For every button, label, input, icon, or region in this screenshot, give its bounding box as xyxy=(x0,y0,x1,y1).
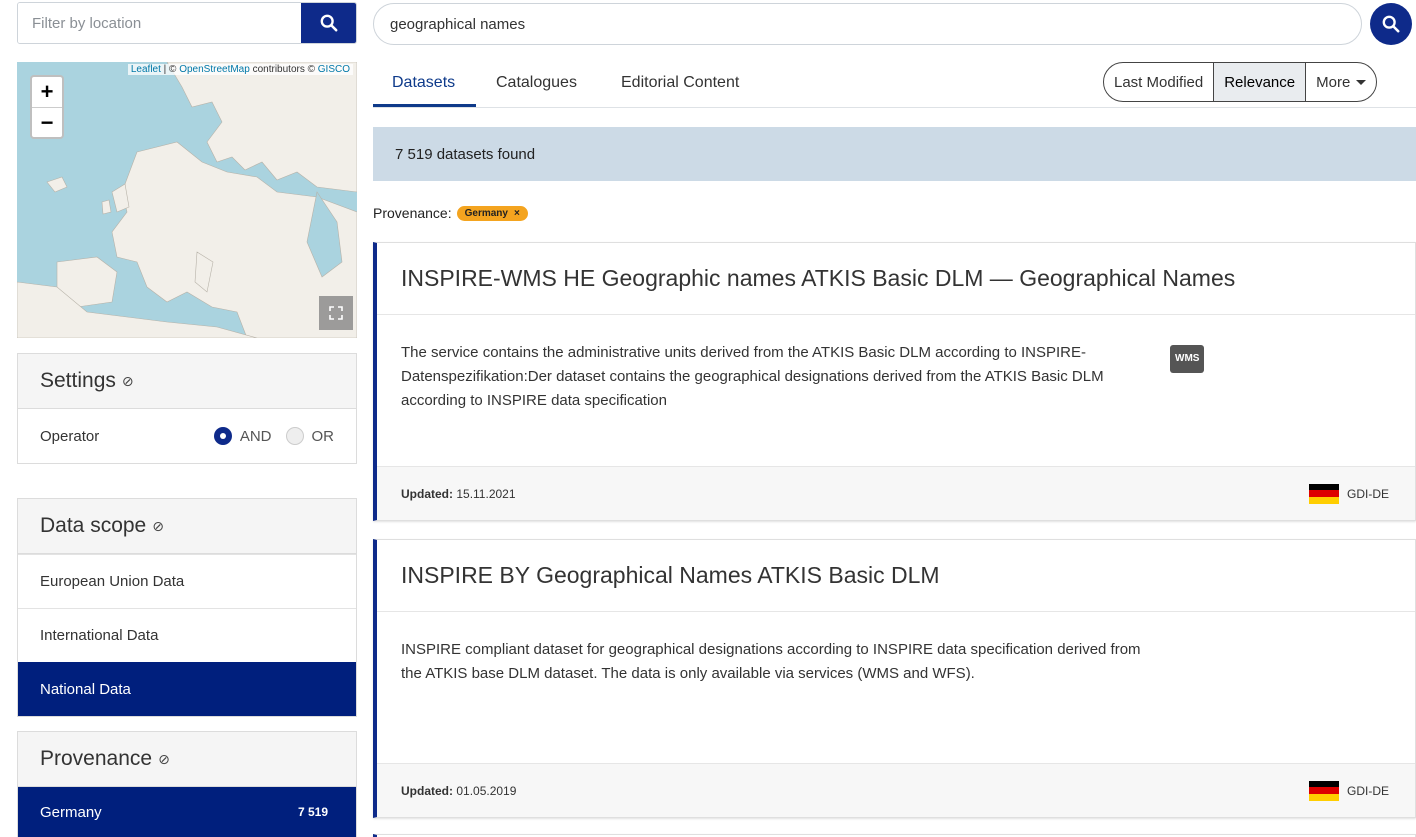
search-bar xyxy=(373,3,1362,45)
gisco-link[interactable]: GISCO xyxy=(318,64,350,75)
publisher: GDI-DE xyxy=(1309,483,1389,504)
sort-more-label: More xyxy=(1316,73,1351,91)
sort-control: Last Modified Relevance More xyxy=(1103,62,1378,102)
tab-datasets[interactable]: Datasets xyxy=(392,74,455,92)
help-icon[interactable]: ⊘ xyxy=(152,518,164,535)
dataset-title[interactable]: INSPIRE-WMS HE Geographic names ATKIS Ba… xyxy=(377,243,1415,315)
operator-row: Operator AND OR xyxy=(18,409,356,463)
close-icon[interactable]: × xyxy=(514,208,520,219)
provenance-title: Provenance xyxy=(40,747,153,770)
operator-or-radio[interactable]: OR xyxy=(285,427,335,445)
fullscreen-icon xyxy=(329,306,343,320)
attribution-separator: | © xyxy=(160,64,180,75)
dataset-body: The service contains the administrative … xyxy=(377,315,1415,413)
provenance-header: Provenance ⊘ xyxy=(18,732,356,787)
search-button[interactable] xyxy=(1370,3,1412,45)
updated-date: 01.05.2019 xyxy=(456,783,517,798)
dataset-card: INSPIRE-WMS HE Geographic names ATKIS Ba… xyxy=(373,242,1416,521)
publisher-name: GDI-DE xyxy=(1347,486,1389,501)
operator-and-radio[interactable]: AND xyxy=(213,427,272,445)
operator-label: Operator xyxy=(40,427,100,445)
sort-last-modified[interactable]: Last Modified xyxy=(1104,63,1213,101)
tab-catalogues[interactable]: Catalogues xyxy=(496,74,577,92)
provenance-item-germany[interactable]: Germany 7 519 xyxy=(18,787,356,837)
location-filter xyxy=(17,2,357,44)
tab-editorial-content[interactable]: Editorial Content xyxy=(621,74,739,92)
germany-flag-icon xyxy=(1309,483,1339,504)
search-input[interactable] xyxy=(390,15,1361,33)
chevron-down-icon xyxy=(1356,79,1367,85)
location-search-button[interactable] xyxy=(301,3,356,43)
active-filter-label: Provenance: xyxy=(373,205,452,221)
filter-badge-germany[interactable]: Germany × xyxy=(456,205,528,221)
scope-item-international[interactable]: International Data xyxy=(18,608,356,662)
results-summary: 7 519 datasets found xyxy=(373,127,1416,181)
zoom-in-button[interactable]: + xyxy=(32,77,62,107)
sort-relevance[interactable]: Relevance xyxy=(1213,63,1306,101)
data-scope-title: Data scope xyxy=(40,514,147,537)
fullscreen-button[interactable] xyxy=(319,296,353,330)
map-land xyxy=(17,62,357,338)
dataset-footer: Updated: 01.05.2019 GDI-DE xyxy=(377,763,1415,817)
radio-unchecked-icon xyxy=(285,427,304,445)
radio-checked-icon xyxy=(213,427,232,445)
attribution-contributors: contributors © xyxy=(249,64,318,75)
active-filter: Provenance: Germany × xyxy=(373,205,528,221)
data-scope-panel: Data scope ⊘ European Union Data Interna… xyxy=(17,498,357,717)
location-filter-input[interactable] xyxy=(18,3,301,43)
settings-title: Settings xyxy=(40,369,116,392)
help-icon[interactable]: ⊘ xyxy=(158,751,170,768)
operator-or-label: OR xyxy=(311,427,335,445)
provenance-panel: Provenance ⊘ Germany 7 519 xyxy=(17,731,357,837)
dataset-footer: Updated: 15.11.2021 GDI-DE xyxy=(377,466,1415,520)
filter-badge-label: Germany xyxy=(464,207,508,219)
dataset-updated: Updated: 15.11.2021 xyxy=(401,487,516,501)
help-icon[interactable]: ⊘ xyxy=(122,373,134,390)
search-icon xyxy=(1382,15,1400,33)
dataset-description: INSPIRE compliant dataset for geographic… xyxy=(401,641,1141,682)
scope-item-national[interactable]: National Data xyxy=(18,662,356,716)
settings-panel: Settings ⊘ Operator AND OR xyxy=(17,353,357,464)
active-tab-indicator xyxy=(373,104,476,107)
publisher-name: GDI-DE xyxy=(1347,783,1389,798)
operator-and-label: AND xyxy=(239,427,272,445)
map-attribution: Leaflet | © OpenStreetMap contributors ©… xyxy=(127,64,353,75)
dataset-card: INSPIRE BY Geographical Names ATKIS Basi… xyxy=(373,539,1416,818)
search-icon xyxy=(320,14,337,32)
data-scope-header: Data scope ⊘ xyxy=(18,499,356,554)
updated-label: Updated: xyxy=(401,486,453,501)
dataset-updated: Updated: 01.05.2019 xyxy=(401,784,516,798)
updated-date: 15.11.2021 xyxy=(456,486,516,501)
location-map[interactable]: Leaflet | © OpenStreetMap contributors ©… xyxy=(17,62,357,338)
leaflet-link[interactable]: Leaflet xyxy=(131,64,161,75)
dataset-body: INSPIRE compliant dataset for geographic… xyxy=(377,612,1415,686)
germany-flag-icon xyxy=(1309,780,1339,801)
format-badge[interactable]: WMS xyxy=(1170,345,1205,373)
scope-item-european-union[interactable]: European Union Data xyxy=(18,554,356,608)
provenance-item-count: 7 519 xyxy=(297,805,328,819)
dataset-title[interactable]: INSPIRE BY Geographical Names ATKIS Basi… xyxy=(377,540,1415,612)
zoom-control: + − xyxy=(30,75,64,139)
settings-header: Settings ⊘ xyxy=(18,354,356,409)
dataset-description: The service contains the administrative … xyxy=(401,344,1104,409)
zoom-out-button[interactable]: − xyxy=(32,107,62,137)
sort-more-dropdown[interactable]: More xyxy=(1305,63,1376,101)
provenance-item-label: Germany xyxy=(40,803,102,821)
updated-label: Updated: xyxy=(401,783,453,798)
publisher: GDI-DE xyxy=(1309,780,1389,801)
osm-link[interactable]: OpenStreetMap xyxy=(179,64,250,75)
